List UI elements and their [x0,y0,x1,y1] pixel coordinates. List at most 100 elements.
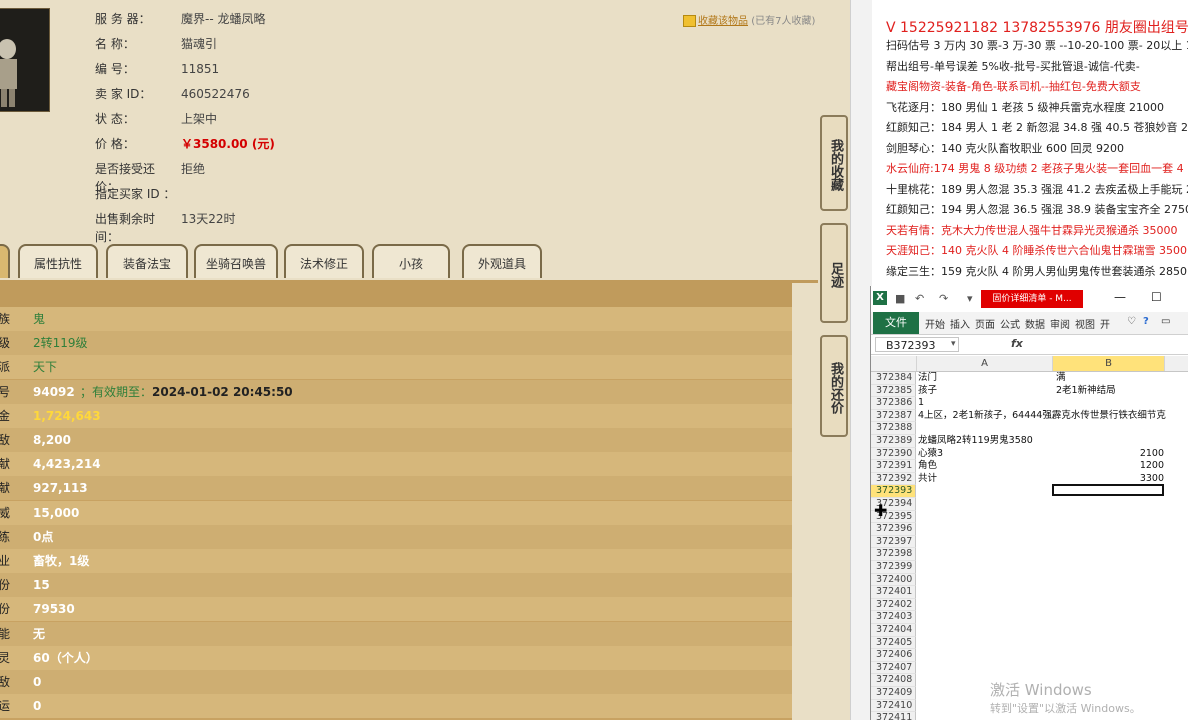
name-box[interactable]: B372393 [875,337,959,352]
row-number[interactable]: 372399 [871,561,916,574]
ribbon-tab-2[interactable]: 页面 [975,316,995,331]
undo-icon[interactable]: ↶ [915,292,924,305]
ribbon-tab-0[interactable]: 开始 [925,316,945,331]
sheet-row: 372404 [871,624,1188,637]
cell-a[interactable]: 心猿3 [918,448,943,461]
sheet-row: 372385 孩子 2老1新神结局 [871,384,1188,398]
side-button-0[interactable]: 我的收藏 [820,115,848,211]
row-number[interactable]: 372409 [871,687,916,700]
ribbon-tab-4[interactable]: 数据 [1025,316,1045,331]
cell-b[interactable]: 2100 [1056,448,1164,461]
row-number[interactable]: 372384 [871,372,916,385]
row-number[interactable]: 372406 [871,649,916,662]
tab-3[interactable]: 坐骑召唤兽 [194,244,278,278]
row-number[interactable]: 372389 [871,435,916,448]
stat-key: 金 [0,408,11,423]
sheet-row: 372400 [871,573,1188,587]
row-number[interactable]: 372405 [871,636,916,650]
stat-value: 0 [33,675,42,689]
row-number[interactable]: 372411 [871,712,916,720]
favorite-link-text[interactable]: 收藏该物品 [698,16,748,27]
stat-row: 号 94092 ；有效期至：2024-01-02 20:45:50 [0,379,792,404]
row-number[interactable]: 372385 [871,384,916,398]
row-number[interactable]: 372388 [871,422,916,435]
row-number[interactable]: 372396 [871,523,916,536]
cell-b[interactable]: 满 [1056,372,1066,385]
cell-b[interactable]: 1200 [1056,460,1164,473]
row-number[interactable]: 372402 [871,598,916,612]
status-label: 状 态： [95,112,135,126]
ribbon-tab-5[interactable]: 审阅 [1050,316,1070,331]
cell-a[interactable]: 法门 [918,372,937,385]
excel-logo-icon: X [873,291,887,305]
doc-line: 剑胆琴心：140 克火队畜牧职业 600 回灵 9200 [886,141,1124,155]
sheet-grid[interactable]: 372384 法门 满 372385 孩子 2老1新神结局 372386 1 372387 4上… [871,371,1188,720]
row-number[interactable]: 372392 [871,472,916,486]
maximize-icon[interactable]: ☐ [1151,290,1162,304]
row-number[interactable]: 372403 [871,611,916,624]
ribbon-display-icon[interactable]: ▭ [1161,316,1170,327]
row-number[interactable]: 372386 [871,397,916,410]
sheet-row: 372401 [871,586,1188,599]
stat-key: 敌 [0,433,11,447]
tab-1[interactable]: 属性抗性 [18,244,98,278]
ribbon-tab-7[interactable]: 开 [1100,316,1110,331]
cell-a[interactable]: 孩子 [918,385,937,398]
customize-icon[interactable]: ▾ [967,292,973,305]
cell-a[interactable]: 1 [918,397,924,410]
ribbon-tab-3[interactable]: 公式 [1000,316,1020,331]
tab-2[interactable]: 装备法宝 [106,244,188,278]
doc-line: 帮出组号-单号误差 5%收-批号-买批管退-诚信-代卖- [886,59,1140,73]
row-number[interactable]: 372393 [871,485,916,498]
cell-a[interactable]: 4上区，2老1新孩子，64444强霹克水传世景行铁衣细节克 [918,410,1166,423]
name-box-dropdown-icon[interactable]: ▾ [951,339,956,349]
minimize-icon[interactable]: — [1114,290,1126,304]
row-number[interactable]: 372398 [871,548,916,561]
file-tab[interactable]: 文件 [873,312,919,334]
stat-row: 献 927,113 [0,476,792,501]
tab-4[interactable]: 法术修正 [284,244,364,278]
cell-cursor-icon: ✚ [874,501,888,520]
favorite-link[interactable]: 收藏该物品 (已有7人收藏) [683,12,815,27]
stat-key: 份 [0,578,11,593]
ribbon-tab-1[interactable]: 插入 [950,316,970,331]
sheet-row: 372396 [871,523,1188,536]
row-number[interactable]: 372397 [871,535,916,549]
redo-icon[interactable]: ↷ [939,292,948,305]
cell-a[interactable]: 龙蟠凤略2转119男鬼3580 [918,435,1033,448]
select-all-corner[interactable] [871,356,917,371]
stat-row: 能无 [0,621,792,646]
tab-6[interactable]: 外观道具 [462,244,542,278]
tab-0[interactable] [0,244,10,278]
number-label: 编 号： [95,62,135,76]
function-icon[interactable]: fx [1011,337,1023,350]
side-button-2[interactable]: 我的还价 [820,335,848,437]
cell-a[interactable]: 角色 [918,460,937,473]
cell-b[interactable]: 2老1新神结局 [1056,385,1116,398]
row-number[interactable]: 372391 [871,460,916,473]
row-number[interactable]: 372401 [871,586,916,599]
row-number[interactable]: 372400 [871,573,916,587]
row-number[interactable]: 372390 [871,447,916,461]
row-number[interactable]: 372407 [871,661,916,675]
ribbon-tab-6[interactable]: 视图 [1075,316,1095,331]
stat-value: 1,724,643 [33,408,101,423]
side-button-1[interactable]: 足迹 [820,223,848,323]
save-icon[interactable]: ■ [895,292,905,305]
help-collapse-icon[interactable]: ♡ [1127,316,1136,327]
column-a-header[interactable]: A [917,356,1053,371]
doc-line: 十里桃花：189 男人忽混 35.3 强混 41.2 去疾孟极上手能玩 2 [886,182,1188,196]
row-number[interactable]: 372408 [871,674,916,687]
row-number[interactable]: 372404 [871,624,916,637]
stat-row: 敌0 [0,670,792,694]
cell-a[interactable]: 共计 [918,473,937,486]
row-number[interactable]: 372410 [871,699,916,713]
excel-document-title: 固价详细清单 - M... [981,290,1083,308]
row-number[interactable]: 372387 [871,409,916,423]
character-portrait [0,8,50,112]
tab-5[interactable]: 小孩 [372,244,450,278]
stat-row: 运0 [0,694,792,719]
selected-cell[interactable] [1052,484,1164,496]
column-b-header[interactable]: B [1053,356,1165,371]
help-icon[interactable]: ? [1143,316,1149,327]
